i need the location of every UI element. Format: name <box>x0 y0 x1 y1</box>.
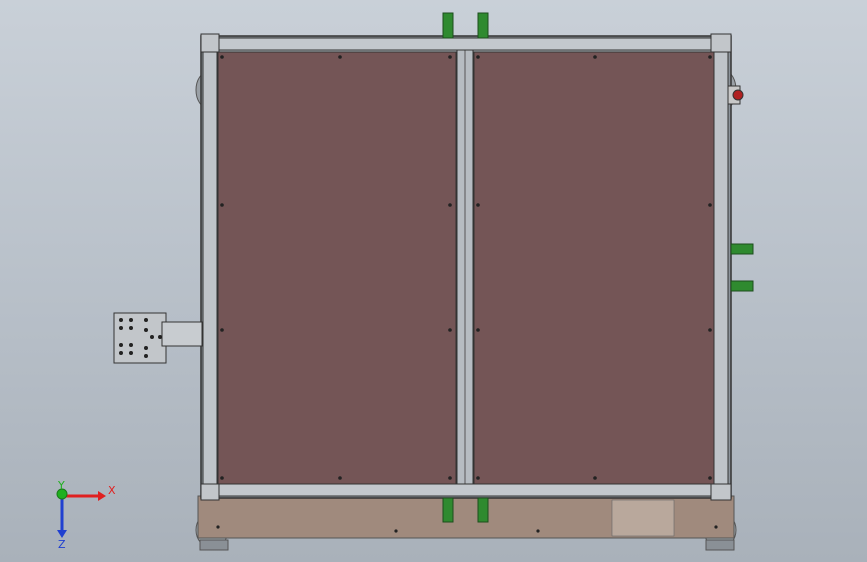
side-mount-bracket <box>113 312 203 364</box>
assembly-model[interactable] <box>0 0 867 562</box>
side-connectors <box>730 243 754 292</box>
emergency-stop-button <box>727 85 744 105</box>
panel-right <box>473 51 715 485</box>
left-rail <box>202 39 218 495</box>
x-axis-label: X <box>108 484 116 497</box>
cad-viewport[interactable]: X Y Z <box>0 0 867 562</box>
y-axis-label: Y <box>57 480 65 492</box>
top-rail <box>205 37 727 51</box>
vent-grille <box>611 499 675 537</box>
z-axis-label: Z <box>58 538 66 550</box>
coordinate-triad: X Y Z <box>56 480 116 550</box>
top-connectors <box>442 12 489 39</box>
panel-left <box>217 51 457 485</box>
bottom-rail <box>205 483 727 497</box>
right-rail <box>713 39 729 495</box>
